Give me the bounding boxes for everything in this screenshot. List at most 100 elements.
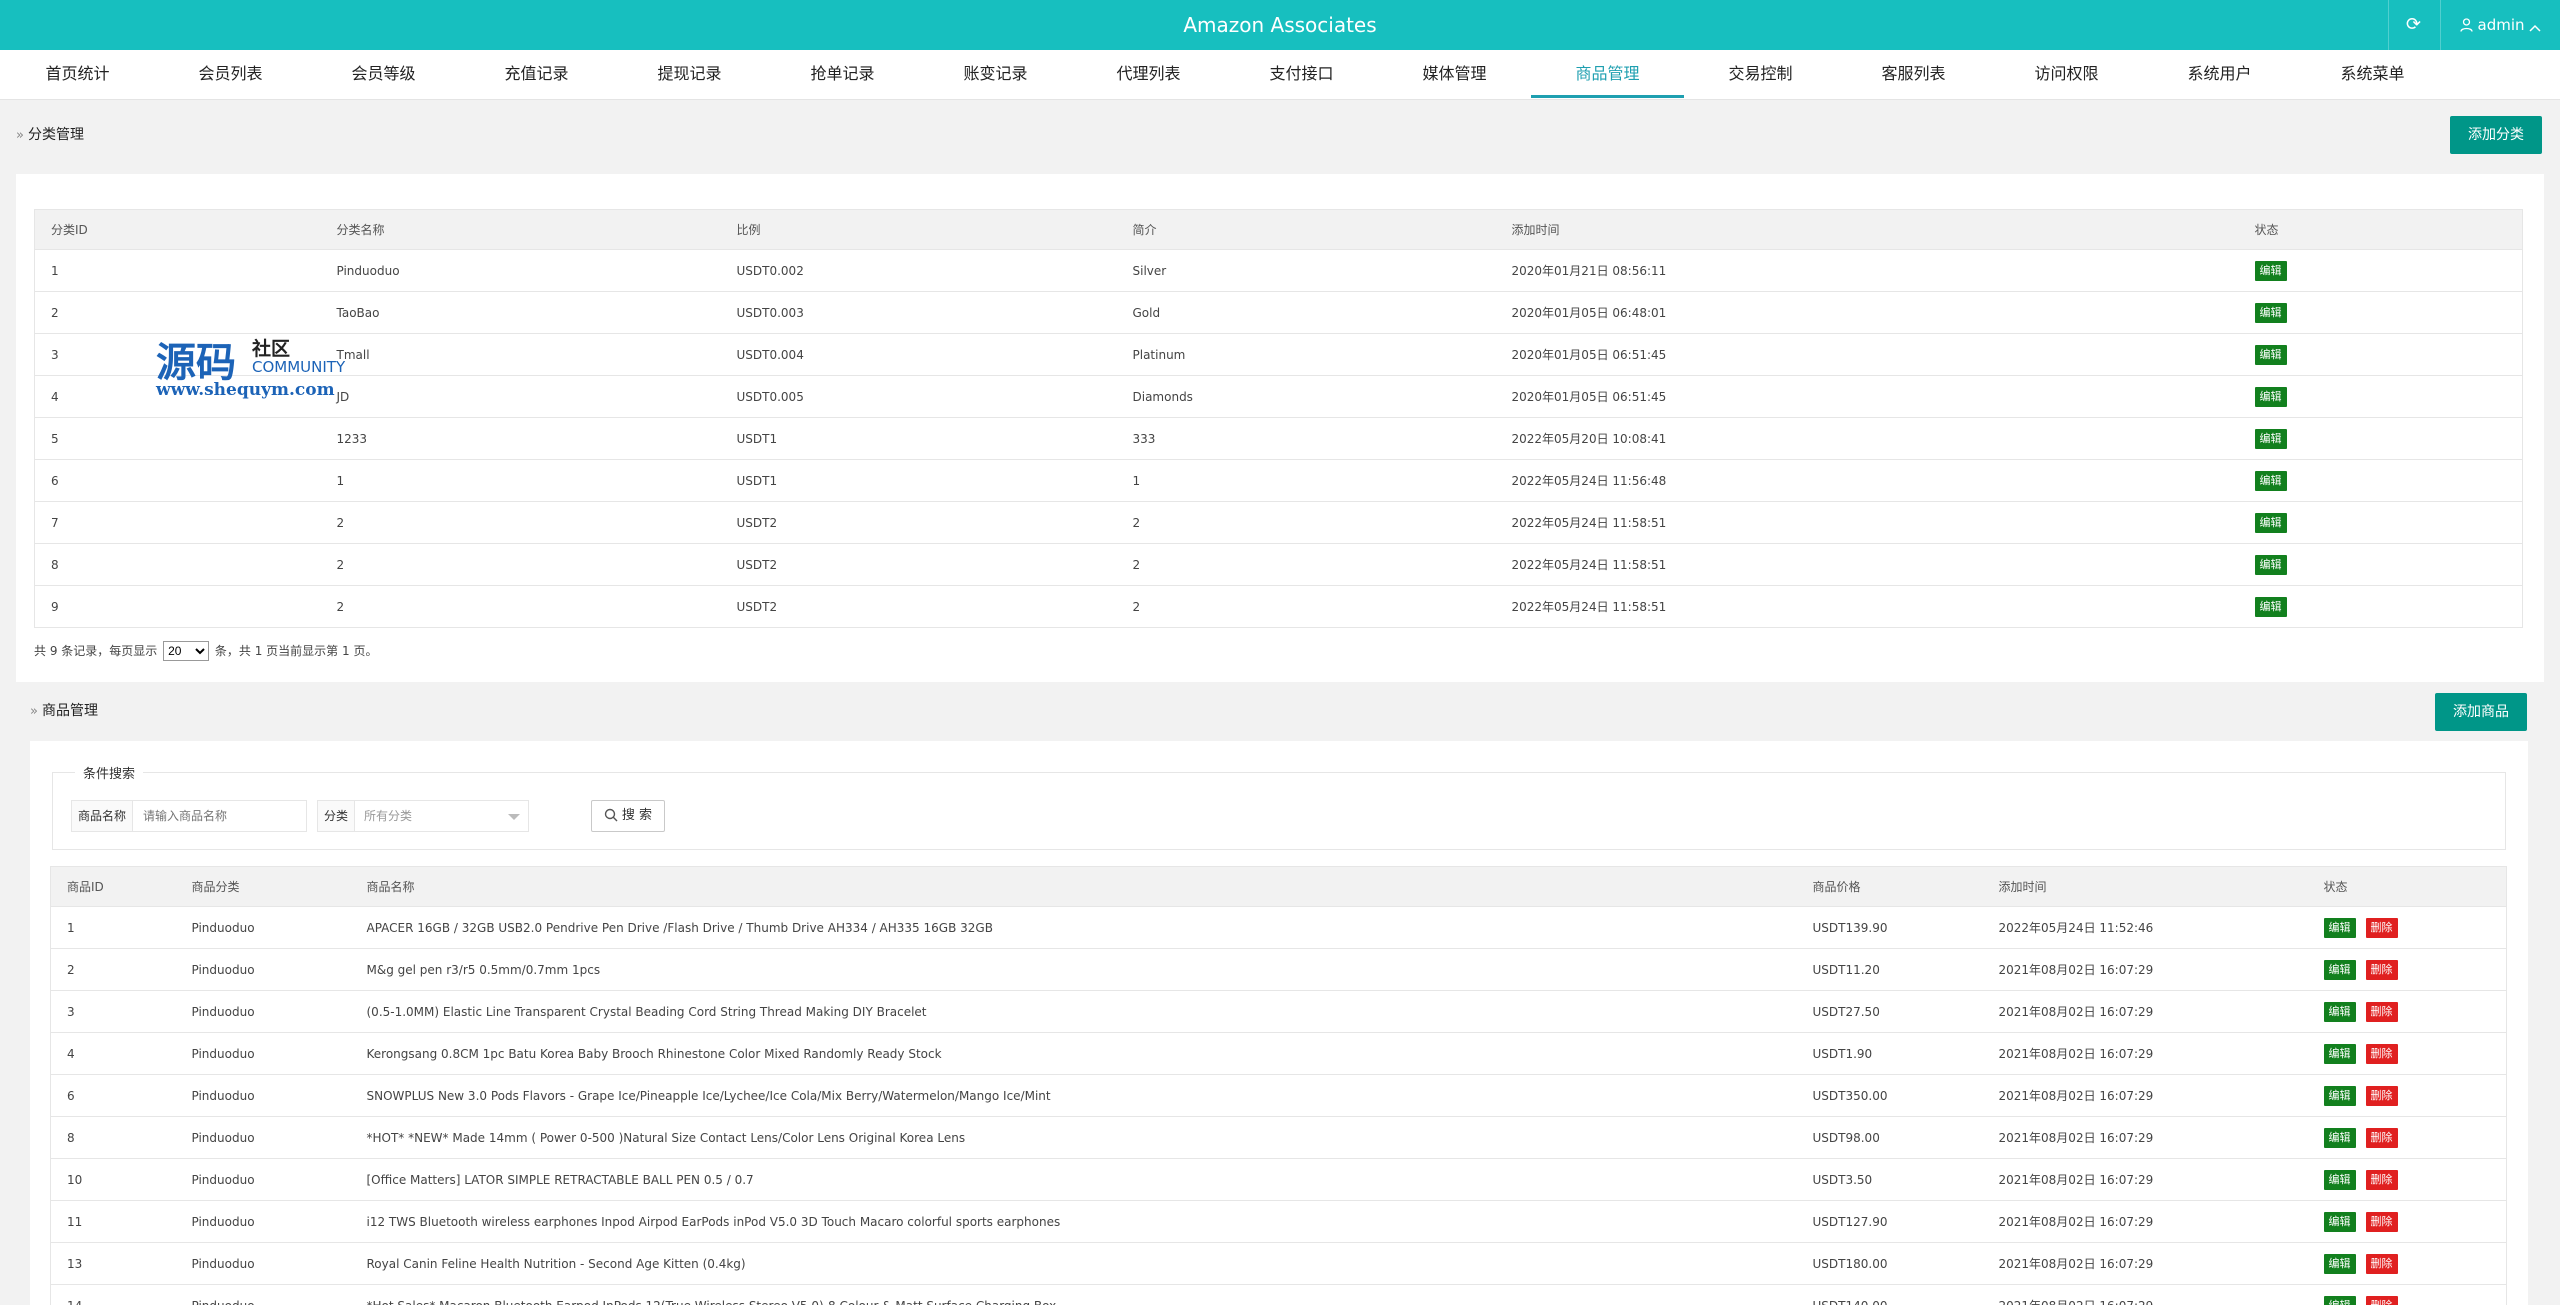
nav-item[interactable]: 交易控制 — [1684, 50, 1837, 100]
nav-item[interactable]: 客服列表 — [1837, 50, 1990, 100]
column-header: 简介 — [1116, 209, 1496, 250]
column-header: 状态 — [2307, 866, 2507, 907]
edit-button[interactable]: 编辑 — [2254, 344, 2287, 365]
category-filter-value[interactable]: 所有分类 — [356, 801, 412, 831]
column-header: 商品ID — [50, 866, 176, 907]
delete-button[interactable]: 删除 — [2365, 1211, 2398, 1232]
table-cell: USDT1 — [720, 417, 1117, 460]
table-cell: 2 — [320, 501, 721, 544]
user-menu[interactable]: admin — [2440, 0, 2560, 50]
edit-button[interactable]: 编辑 — [2323, 1127, 2356, 1148]
delete-button[interactable]: 删除 — [2365, 1295, 2398, 1305]
status-cell: 编辑 删除 — [2307, 1032, 2507, 1075]
edit-button[interactable]: 编辑 — [2254, 512, 2287, 533]
edit-button[interactable]: 编辑 — [2323, 917, 2356, 938]
category-section-header: » 分类管理 — [16, 117, 84, 153]
nav-item[interactable]: 抢单记录 — [766, 50, 919, 100]
edit-button[interactable]: 编辑 — [2323, 1211, 2356, 1232]
table-cell: 2021年08月02日 16:07:29 — [1982, 1284, 2308, 1305]
table-cell: 13 — [50, 1242, 176, 1285]
edit-button[interactable]: 编辑 — [2254, 428, 2287, 449]
table-cell: 2 — [34, 291, 321, 334]
user-icon — [2460, 18, 2473, 32]
nav-item[interactable]: 充值记录 — [460, 50, 613, 100]
table-cell: 5 — [34, 417, 321, 460]
table-cell: USDT0.004 — [720, 333, 1117, 376]
nav-item[interactable]: 提现记录 — [613, 50, 766, 100]
edit-button[interactable]: 编辑 — [2254, 386, 2287, 407]
nav-item[interactable]: 首页统计 — [1, 50, 154, 100]
table-cell: USDT1 — [720, 459, 1117, 502]
delete-button[interactable]: 删除 — [2365, 959, 2398, 980]
edit-button[interactable]: 编辑 — [2254, 260, 2287, 281]
table-cell: 1 — [320, 459, 721, 502]
double-chevron-right-icon: » — [30, 704, 38, 719]
edit-button[interactable]: 编辑 — [2323, 959, 2356, 980]
delete-button[interactable]: 删除 — [2365, 1127, 2398, 1148]
status-cell: 编辑 — [2238, 585, 2523, 628]
table-cell: 2 — [1116, 543, 1496, 586]
column-header: 商品名称 — [350, 866, 1797, 907]
edit-button[interactable]: 编辑 — [2254, 470, 2287, 491]
page-size-select[interactable]: 20 — [163, 641, 210, 661]
column-header: 添加时间 — [1495, 209, 2239, 250]
table-cell: Pinduoduo — [175, 1032, 351, 1075]
table-cell: 1 — [34, 249, 321, 292]
edit-button[interactable]: 编辑 — [2254, 554, 2287, 575]
search-button[interactable]: 搜 索 — [591, 800, 665, 832]
nav-item[interactable]: 访问权限 — [1990, 50, 2143, 100]
table-cell: 6 — [34, 459, 321, 502]
edit-button[interactable]: 编辑 — [2323, 1043, 2356, 1064]
nav-item[interactable]: 系统用户 — [2143, 50, 2296, 100]
table-cell: Pinduoduo — [175, 1200, 351, 1243]
edit-button[interactable]: 编辑 — [2323, 1169, 2356, 1190]
status-cell: 编辑 删除 — [2307, 1074, 2507, 1117]
product-name-input[interactable] — [135, 801, 305, 831]
watermark-small-text: 社区 — [252, 338, 291, 360]
table-cell: 2021年08月02日 16:07:29 — [1982, 990, 2308, 1033]
table-cell: 4 — [50, 1032, 176, 1075]
add-product-button[interactable]: 添加商品 — [2435, 693, 2527, 731]
table-cell: 2022年05月20日 10:08:41 — [1495, 417, 2239, 460]
nav-item[interactable]: 商品管理 — [1531, 50, 1684, 100]
table-cell: 2021年08月02日 16:07:29 — [1982, 1074, 2308, 1117]
delete-button[interactable]: 删除 — [2365, 1253, 2398, 1274]
table-row: 11 Pinduoduo i12 TWS Bluetooth wireless ea… — [50, 1200, 2507, 1243]
app-title: Amazon Associates — [1183, 13, 1377, 37]
table-row: 3 Tmall USDT0.004 Platinum 2020年01月05日 06:51… — [34, 333, 2523, 376]
edit-button[interactable]: 编辑 — [2323, 1085, 2356, 1106]
table-cell: 3 — [50, 990, 176, 1033]
nav-item[interactable]: 代理列表 — [1072, 50, 1225, 100]
refresh-icon: ⟳ — [2405, 14, 2422, 35]
nav-item[interactable]: 系统菜单 — [2296, 50, 2449, 100]
delete-button[interactable]: 删除 — [2365, 1085, 2398, 1106]
table-cell: Diamonds — [1116, 375, 1496, 418]
nav-item[interactable]: 会员列表 — [154, 50, 307, 100]
category-filter-field[interactable]: 分类 所有分类 — [317, 800, 529, 832]
table-cell: (0.5-1.0MM) Elastic Line Transparent Cry… — [350, 990, 1797, 1033]
column-header: 分类ID — [34, 209, 321, 250]
category-pager: 共 9 条记录，每页显示 20 条，共 1 页当前显示第 1 页。 — [34, 640, 377, 662]
table-cell: 2021年08月02日 16:07:29 — [1982, 1032, 2308, 1075]
top-bar: Amazon Associates ⟳ admin — [0, 0, 2560, 50]
edit-button[interactable]: 编辑 — [2323, 1295, 2356, 1305]
delete-button[interactable]: 删除 — [2365, 1043, 2398, 1064]
table-cell: Pinduoduo — [175, 948, 351, 991]
delete-button[interactable]: 删除 — [2365, 1001, 2398, 1022]
delete-button[interactable]: 删除 — [2365, 1169, 2398, 1190]
nav-item[interactable]: 媒体管理 — [1378, 50, 1531, 100]
nav-item[interactable]: 会员等级 — [307, 50, 460, 100]
delete-button[interactable]: 删除 — [2365, 917, 2398, 938]
table-cell: USDT350.00 — [1796, 1074, 1983, 1117]
table-cell: SNOWPLUS New 3.0 Pods Flavors - Grape Ic… — [350, 1074, 1797, 1117]
user-name: admin — [2477, 16, 2525, 34]
refresh-button[interactable]: ⟳ — [2388, 0, 2438, 50]
add-category-button[interactable]: 添加分类 — [2450, 116, 2542, 154]
edit-button[interactable]: 编辑 — [2254, 596, 2287, 617]
nav-item[interactable]: 支付接口 — [1225, 50, 1378, 100]
main-nav: 首页统计 会员列表 会员等级 充值记录 提现记录 抢单记录 账变记录 代理列表 支付接口 媒体管理… — [0, 50, 2560, 100]
edit-button[interactable]: 编辑 — [2323, 1001, 2356, 1022]
edit-button[interactable]: 编辑 — [2254, 302, 2287, 323]
edit-button[interactable]: 编辑 — [2323, 1253, 2356, 1274]
nav-item[interactable]: 账变记录 — [919, 50, 1072, 100]
